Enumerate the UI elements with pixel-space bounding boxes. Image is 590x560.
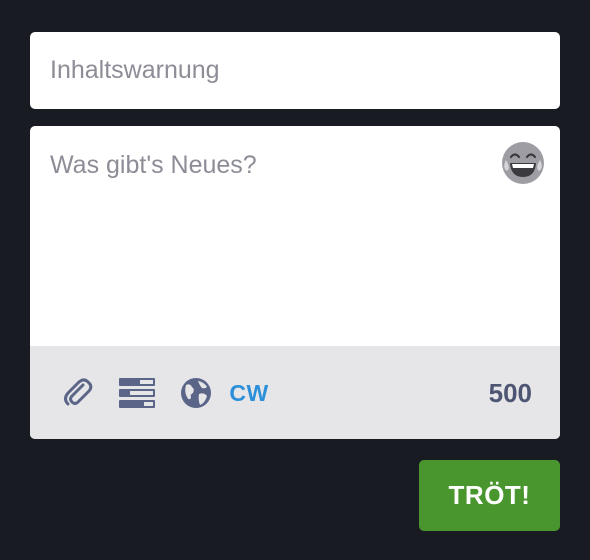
status-placeholder: Was gibt's Neues?	[50, 151, 257, 179]
character-counter: 500	[488, 377, 532, 408]
cw-toggle-button[interactable]: CW	[229, 376, 269, 410]
status-textarea[interactable]: Was gibt's Neues?	[30, 126, 560, 346]
globe-icon[interactable]	[178, 376, 214, 410]
toot-submit-button[interactable]: TRÖT!	[419, 460, 560, 531]
laughing-emoji-icon[interactable]	[500, 140, 546, 186]
poll-icon[interactable]	[117, 376, 157, 410]
compose-toolbar: CW 500	[30, 346, 560, 439]
content-warning-placeholder: Inhaltswarnung	[50, 56, 220, 84]
paperclip-icon[interactable]	[60, 376, 96, 410]
compose-box: Was gibt's Neues? CW 500	[30, 126, 560, 439]
content-warning-input[interactable]: Inhaltswarnung	[30, 32, 560, 109]
